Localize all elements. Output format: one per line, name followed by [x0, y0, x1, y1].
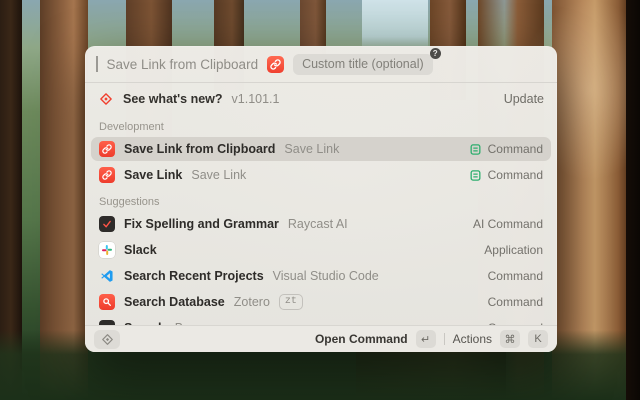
result-subtitle: Save Link — [284, 142, 339, 156]
actions-button[interactable]: Actions — [453, 332, 492, 346]
result-title: Slack — [124, 243, 157, 257]
result-slack[interactable]: Slack Application — [91, 238, 551, 262]
result-type: Command — [488, 168, 543, 182]
search-bar[interactable]: Save Link from Clipboard Custom title (o… — [85, 46, 557, 83]
whats-new-label: See what's new? — [123, 92, 223, 106]
argument-placeholder: Custom title (optional) — [302, 57, 424, 71]
raycast-footer-button[interactable] — [94, 330, 120, 349]
raycast-logo-icon — [98, 91, 114, 107]
section-suggestions: Suggestions — [91, 189, 551, 212]
result-title: Fix Spelling and Grammar — [124, 217, 279, 231]
result-type: AI Command — [473, 217, 543, 231]
result-title: Search Database — [124, 295, 225, 309]
whats-new-row[interactable]: See what's new? v1.101.1 Update — [85, 83, 557, 114]
result-subtitle: Save Link — [191, 168, 246, 182]
link-icon — [267, 56, 284, 73]
result-title: Search Recent Projects — [124, 269, 264, 283]
spellcheck-icon — [99, 216, 115, 232]
update-button[interactable]: Update — [504, 92, 544, 106]
result-title: Save Link — [124, 168, 182, 182]
result-subtitle: Zotero — [234, 295, 270, 309]
result-search-brew-clipped[interactable]: Search Brew Command — [91, 316, 551, 325]
text-cursor — [96, 56, 98, 72]
alias-badge: zt — [279, 294, 303, 310]
custom-title-argument-field[interactable]: Custom title (optional) ? — [293, 54, 433, 75]
result-type: Application — [484, 243, 543, 257]
result-title: Save Link from Clipboard — [124, 142, 275, 156]
footer-bar: Open Command ↵ Actions ⌘ K — [85, 325, 557, 352]
vscode-icon — [99, 268, 115, 284]
raycast-window: Save Link from Clipboard Custom title (o… — [85, 46, 557, 352]
version-label: v1.101.1 — [232, 92, 280, 106]
result-save-link-from-clipboard[interactable]: Save Link from Clipboard Save Link Comma… — [91, 137, 551, 161]
result-subtitle: Visual Studio Code — [273, 269, 379, 283]
results-list: Development Save Link from Clipboard Sav… — [85, 114, 557, 325]
result-fix-spelling[interactable]: Fix Spelling and Grammar Raycast AI AI C… — [91, 212, 551, 236]
k-key-icon: K — [528, 330, 548, 348]
command-icon — [469, 143, 482, 156]
result-type: Command — [488, 142, 543, 156]
result-type: Command — [488, 295, 543, 309]
result-type: Command — [488, 269, 543, 283]
link-icon — [99, 141, 115, 157]
link-icon — [99, 167, 115, 183]
search-icon — [99, 294, 115, 310]
raycast-logo-icon — [101, 333, 114, 346]
enter-key-icon: ↵ — [416, 330, 436, 348]
result-search-database[interactable]: Search Database Zotero zt Command — [91, 290, 551, 314]
footer-divider — [444, 333, 445, 345]
result-subtitle: Raycast AI — [288, 217, 348, 231]
help-icon[interactable]: ? — [430, 48, 441, 59]
result-search-recent-projects[interactable]: Search Recent Projects Visual Studio Cod… — [91, 264, 551, 288]
result-save-link[interactable]: Save Link Save Link Command — [91, 163, 551, 187]
command-icon — [469, 169, 482, 182]
section-development: Development — [91, 114, 551, 137]
slack-icon — [99, 242, 115, 258]
desktop: Save Link from Clipboard Custom title (o… — [0, 0, 640, 400]
search-input[interactable]: Save Link from Clipboard — [107, 57, 259, 72]
open-command-button[interactable]: Open Command — [315, 332, 408, 346]
cmd-key-icon: ⌘ — [500, 330, 520, 348]
